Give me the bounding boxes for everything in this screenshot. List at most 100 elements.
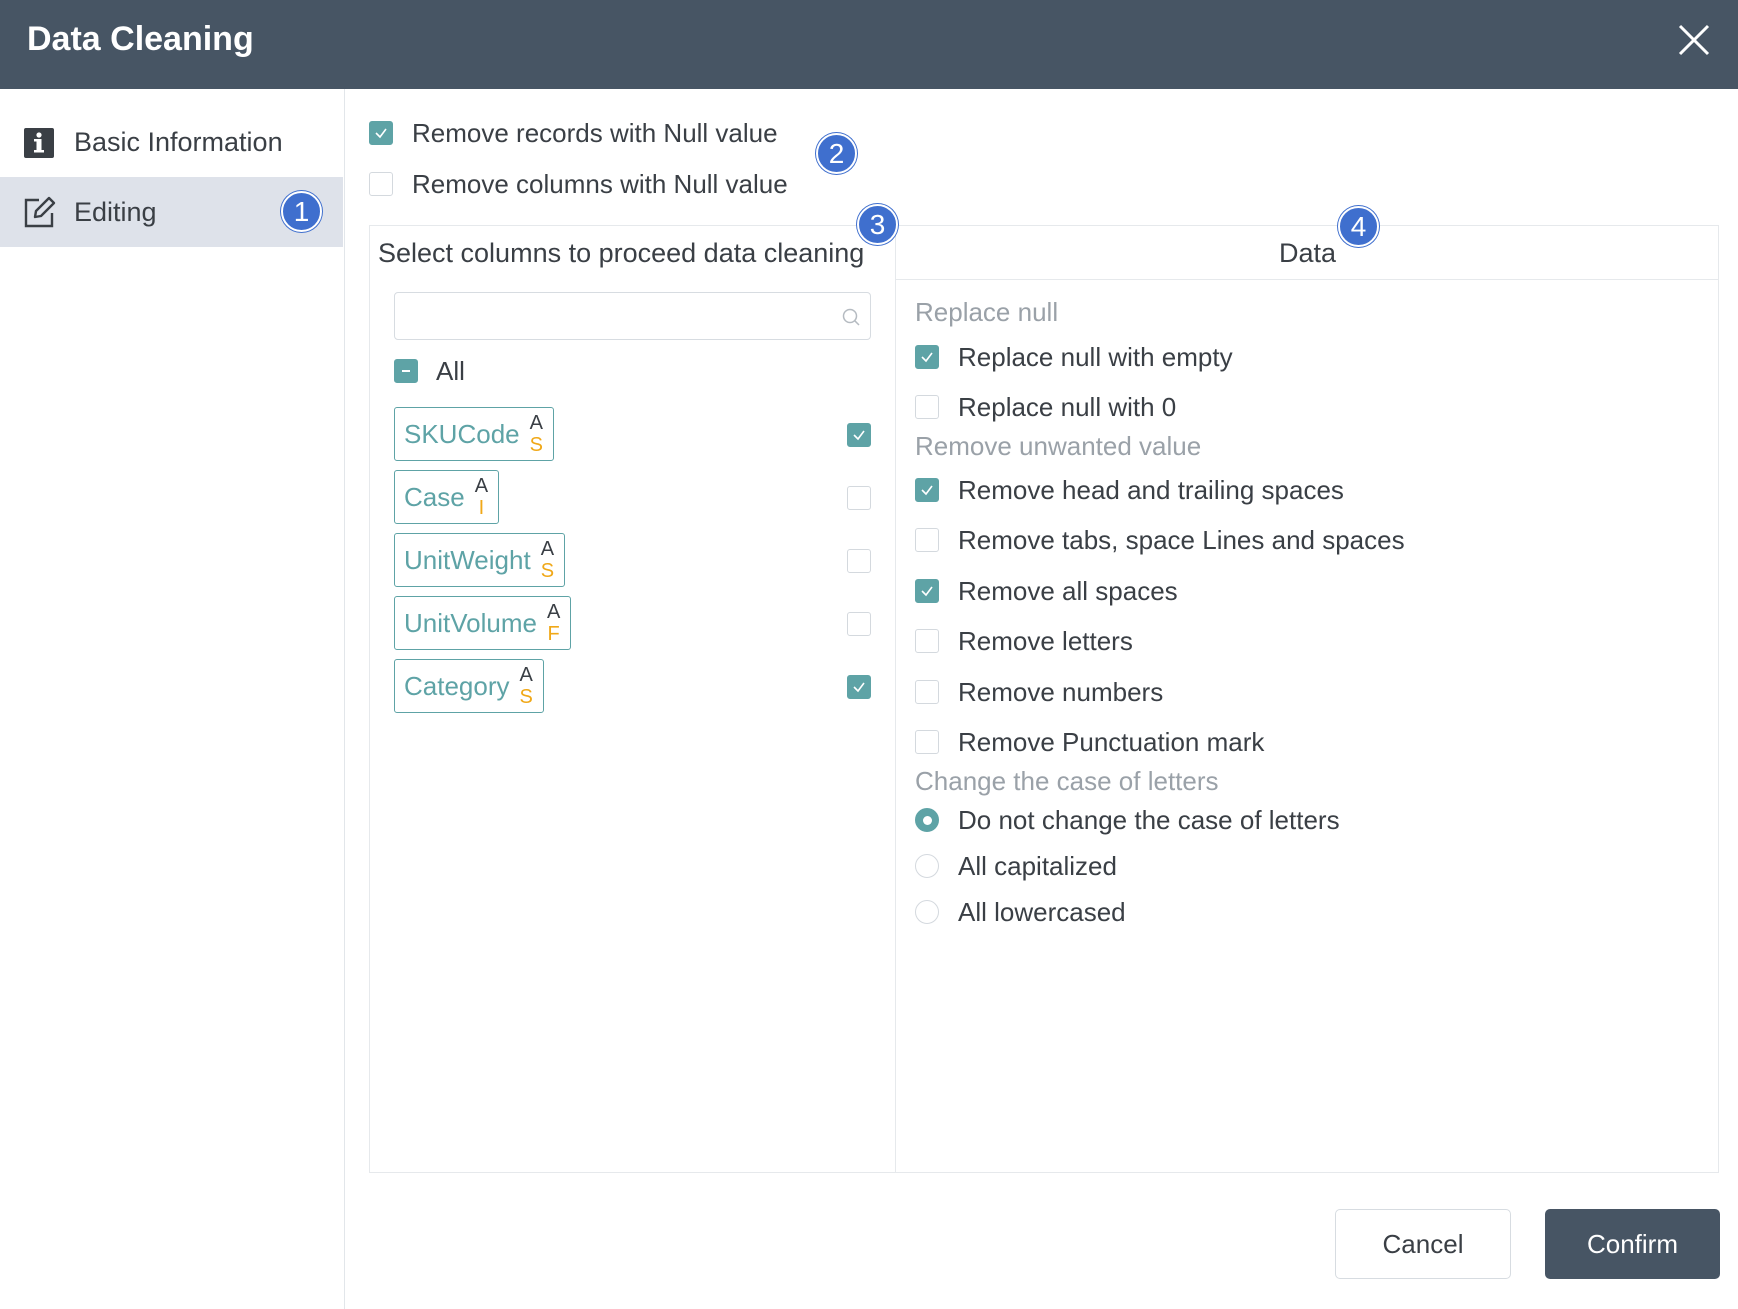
dialog-title: Data Cleaning <box>27 20 254 58</box>
field-type-bottom: I <box>478 497 485 519</box>
field-row: UnitVolume A F <box>394 596 871 650</box>
section-replace-null: Replace null <box>915 297 1059 327</box>
remove-numbers-checkbox[interactable] <box>915 680 939 704</box>
panel-divider <box>895 226 896 1172</box>
confirm-button[interactable]: Confirm <box>1545 1209 1720 1279</box>
section-remove-unwanted: Remove unwanted value <box>915 431 1202 461</box>
field-tag-skucode[interactable]: SKUCode A S <box>394 407 554 461</box>
check-icon <box>921 586 933 597</box>
option-label: Remove tabs, space Lines and spaces <box>958 524 1405 555</box>
check-icon <box>921 352 933 363</box>
column-search-input[interactable] <box>394 292 871 340</box>
option-label: Remove letters <box>958 625 1133 656</box>
remove-punctuation-option[interactable]: Remove Punctuation mark <box>915 724 1264 760</box>
case-lowercase-radio[interactable] <box>915 900 939 924</box>
option-label: Replace null with 0 <box>958 391 1177 422</box>
option-label: Do not change the case of letters <box>958 804 1340 835</box>
field-name: UnitVolume <box>404 607 537 638</box>
select-all-option[interactable]: All <box>394 356 465 386</box>
remove-letters-option[interactable]: Remove letters <box>915 623 1133 659</box>
columns-panel-title: Select columns to proceed data cleaning <box>378 238 865 268</box>
option-label: Remove head and trailing spaces <box>958 474 1344 505</box>
field-type-indicator: A S <box>530 412 543 456</box>
field-type-indicator: A S <box>520 664 533 708</box>
step-badge: 4 <box>1338 206 1379 247</box>
close-icon[interactable] <box>1674 20 1714 60</box>
case-no-change-option[interactable]: Do not change the case of letters <box>915 802 1340 838</box>
field-type-top: A <box>519 664 533 686</box>
select-all-label: All <box>436 355 465 386</box>
case-uppercase-radio[interactable] <box>915 854 939 878</box>
field-type-indicator: A F <box>547 601 560 645</box>
sidebar-item-editing[interactable]: Editing 1 <box>0 177 343 247</box>
step-badge: 1 <box>281 191 322 232</box>
search-icon <box>842 308 860 326</box>
remove-null-records-option[interactable]: Remove records with Null value <box>369 115 778 151</box>
dialog-header: Data Cleaning <box>0 0 1738 89</box>
step-badge: 3 <box>857 204 898 245</box>
case-lowercase-option[interactable]: All lowercased <box>915 894 1126 930</box>
field-checkbox[interactable] <box>847 423 871 447</box>
field-checkbox[interactable] <box>847 675 871 699</box>
field-type-bottom: S <box>540 560 555 582</box>
field-type-top: A <box>474 475 489 497</box>
field-checkbox[interactable] <box>847 486 871 510</box>
field-type-top: A <box>546 601 561 623</box>
field-type-indicator: A S <box>541 538 554 582</box>
panel-header-divider <box>896 279 1719 280</box>
field-name: SKUCode <box>404 418 520 449</box>
option-label: Replace null with empty <box>958 341 1233 372</box>
field-name: UnitWeight <box>404 544 531 575</box>
remove-all-spaces-checkbox[interactable] <box>915 579 939 603</box>
cancel-button[interactable]: Cancel <box>1335 1209 1511 1279</box>
case-no-change-radio[interactable] <box>915 808 939 832</box>
field-row: Category A S <box>394 659 871 713</box>
field-tag-category[interactable]: Category A S <box>394 659 544 713</box>
check-icon <box>375 128 387 139</box>
remove-null-columns-option[interactable]: Remove columns with Null value <box>369 166 788 202</box>
remove-tabs-lines-spaces-option[interactable]: Remove tabs, space Lines and spaces <box>915 522 1405 558</box>
edit-icon <box>24 196 56 228</box>
sidebar-item-basic-information[interactable]: Basic Information <box>0 107 343 177</box>
field-name: Category <box>404 670 510 701</box>
case-uppercase-option[interactable]: All capitalized <box>915 848 1117 884</box>
field-checkbox[interactable] <box>847 549 871 573</box>
sidebar: Basic Information Editing 1 <box>0 89 345 1309</box>
remove-head-trailing-spaces-option[interactable]: Remove head and trailing spaces <box>915 472 1344 508</box>
field-row: Case A I <box>394 470 871 524</box>
field-row: UnitWeight A S <box>394 533 871 587</box>
check-icon <box>853 682 865 693</box>
remove-letters-checkbox[interactable] <box>915 629 939 653</box>
field-tag-unitweight[interactable]: UnitWeight A S <box>394 533 566 587</box>
option-label: Remove columns with Null value <box>412 168 788 199</box>
info-icon <box>24 128 54 158</box>
replace-null-empty-option[interactable]: Replace null with empty <box>915 339 1233 375</box>
field-type-bottom: S <box>519 686 533 708</box>
field-name: Case <box>404 481 465 512</box>
remove-head-trailing-spaces-checkbox[interactable] <box>915 478 939 502</box>
option-label: Remove records with Null value <box>412 117 778 148</box>
check-icon <box>921 485 933 496</box>
field-type-top: A <box>529 412 543 434</box>
field-type-bottom: F <box>547 623 560 645</box>
remove-punctuation-checkbox[interactable] <box>915 730 939 754</box>
remove-tabs-lines-spaces-checkbox[interactable] <box>915 528 939 552</box>
remove-null-columns-checkbox[interactable] <box>369 172 393 196</box>
data-panel-title: Data <box>1278 238 1337 268</box>
field-type-top: A <box>540 538 555 560</box>
option-label: Remove all spaces <box>958 575 1178 606</box>
select-all-checkbox[interactable] <box>394 359 418 383</box>
sidebar-item-label: Editing <box>74 196 157 227</box>
field-checkbox[interactable] <box>847 612 871 636</box>
replace-null-zero-checkbox[interactable] <box>915 395 939 419</box>
field-tag-unitvolume[interactable]: UnitVolume A F <box>394 596 572 650</box>
remove-numbers-option[interactable]: Remove numbers <box>915 674 1163 710</box>
check-icon <box>853 430 865 441</box>
remove-null-records-checkbox[interactable] <box>369 121 393 145</box>
replace-null-empty-checkbox[interactable] <box>915 345 939 369</box>
remove-all-spaces-option[interactable]: Remove all spaces <box>915 573 1178 609</box>
replace-null-zero-option[interactable]: Replace null with 0 <box>915 389 1176 425</box>
option-label: All lowercased <box>958 896 1126 927</box>
field-tag-case[interactable]: Case A I <box>394 470 500 524</box>
field-row: SKUCode A S <box>394 407 871 461</box>
